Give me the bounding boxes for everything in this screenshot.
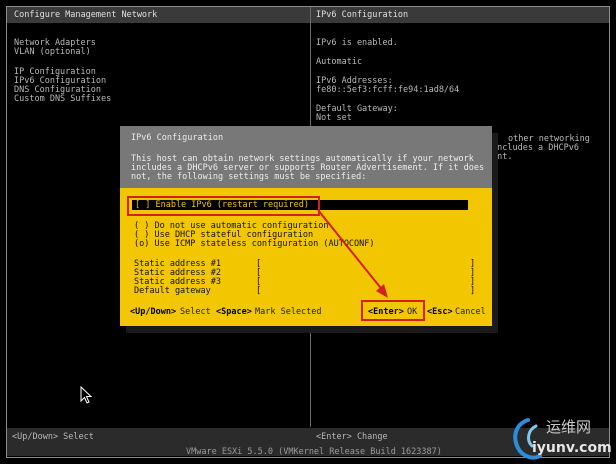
watermark-logo: 运维网 iyunv.com bbox=[506, 414, 614, 462]
mouse-cursor-icon bbox=[80, 386, 92, 404]
watermark-text-cn: 运维网 bbox=[546, 418, 592, 436]
annotation-arrow-icon bbox=[317, 209, 388, 298]
watermark-text-en: iyunv.com bbox=[532, 440, 612, 456]
